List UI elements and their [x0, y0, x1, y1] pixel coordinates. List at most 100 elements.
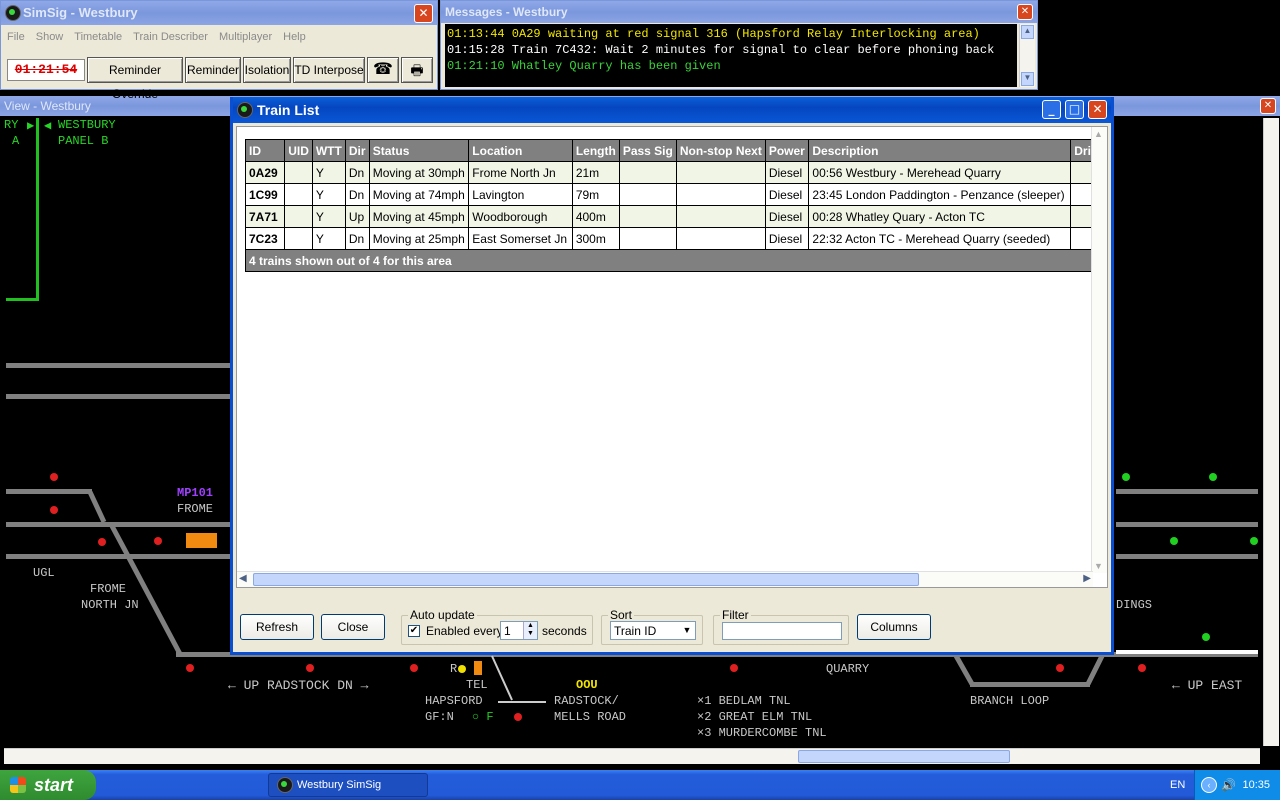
- simsig-titlebar[interactable]: SimSig - Westbury: [1, 1, 437, 25]
- refresh-button[interactable]: Refresh: [240, 614, 314, 640]
- cell-uid: [284, 183, 313, 206]
- windows-logo-icon: [10, 777, 26, 793]
- system-tray: ‹ 🔊 10:35: [1194, 770, 1280, 800]
- cell-id: 7C23: [244, 227, 286, 250]
- minimize-button[interactable]: _: [1042, 100, 1061, 119]
- train-list-horizontal-scrollbar[interactable]: ◀ ▶: [237, 571, 1093, 587]
- train-list-app-icon: [237, 102, 253, 118]
- signal-red[interactable]: [186, 664, 194, 672]
- spinner-arrows-icon[interactable]: ▲ ▼: [523, 622, 537, 639]
- signal-red[interactable]: [306, 664, 314, 672]
- signal-red[interactable]: [1138, 664, 1146, 672]
- menu-help[interactable]: Help: [277, 27, 311, 43]
- simsig-menubar: File Show Timetable Train Describer Multipla…: [1, 27, 437, 47]
- columns-button[interactable]: Columns: [857, 614, 931, 640]
- signal-red[interactable]: [1056, 664, 1064, 672]
- table-row[interactable]: 7A71 Y Up Moving at 45mph Woodborough 400m Die…: [244, 205, 1107, 228]
- train-list-grid: ID UID WTT Dir Status Location Length Pa…: [236, 126, 1108, 588]
- scroll-up-icon[interactable]: ▲: [1094, 129, 1103, 139]
- telephone-icon[interactable]: ☎: [367, 57, 399, 83]
- menu-multiplayer[interactable]: Multiplayer: [213, 27, 277, 43]
- maximize-button[interactable]: □: [1065, 100, 1084, 119]
- volume-icon[interactable]: 🔊: [1221, 770, 1236, 800]
- scroll-left-icon[interactable]: ◀: [239, 573, 247, 584]
- column-header-location[interactable]: Location: [468, 139, 573, 162]
- train-list-titlebar[interactable]: Train List: [233, 97, 1111, 123]
- cell-description: 23:45 London Paddington - Penzance (slee…: [808, 183, 1072, 206]
- horizontal-scroll-thumb[interactable]: [253, 573, 919, 586]
- simsig-close-button[interactable]: ✕: [414, 4, 433, 23]
- clock[interactable]: 10:35: [1242, 779, 1270, 791]
- messages-titlebar[interactable]: Messages - Westbury: [441, 1, 1037, 23]
- auto-update-checkbox[interactable]: ✔: [408, 625, 420, 637]
- menu-timetable[interactable]: Timetable: [68, 27, 127, 43]
- taskbar-item-simsig[interactable]: Westbury SimSig: [268, 773, 428, 797]
- signal-red[interactable]: [410, 664, 418, 672]
- interval-spinner[interactable]: 1 ▲ ▼: [500, 621, 538, 640]
- column-header-description[interactable]: Description: [808, 139, 1072, 162]
- column-header-wtt[interactable]: WTT: [311, 139, 346, 162]
- table-row[interactable]: 7C23 Y Dn Moving at 25mph East Somerset Jn 30…: [244, 227, 1107, 250]
- menu-show[interactable]: Show: [30, 27, 69, 43]
- scroll-down-icon[interactable]: ▼: [1021, 72, 1034, 86]
- train-berth-occupied[interactable]: [474, 661, 482, 675]
- column-header-id[interactable]: ID: [244, 139, 286, 162]
- scroll-up-icon[interactable]: ▲: [1021, 25, 1034, 39]
- printer-icon[interactable]: 🖶: [401, 57, 433, 83]
- train-list-close-button[interactable]: ✕: [1088, 100, 1107, 119]
- signal-red[interactable]: [98, 538, 106, 546]
- close-button[interactable]: Close: [321, 614, 385, 640]
- column-header-non-stop-next[interactable]: Non-stop Next: [675, 139, 766, 162]
- train-berth-occupied[interactable]: [186, 533, 217, 548]
- sim-clock[interactable]: 01:21:54: [7, 59, 85, 81]
- mells-road-label: MELLS ROAD: [554, 710, 627, 724]
- language-indicator[interactable]: EN: [1170, 770, 1185, 800]
- isolation-button[interactable]: Isolation: [243, 57, 291, 83]
- column-header-pass-sig[interactable]: Pass Sig: [618, 139, 677, 162]
- column-header-status[interactable]: Status: [368, 139, 470, 162]
- view-scroll-thumb[interactable]: [798, 750, 1010, 763]
- messages-scrollbar[interactable]: ▲ ▼: [1019, 24, 1035, 87]
- cell-location: Lavington: [468, 183, 573, 206]
- messages-close-button[interactable]: ✕: [1017, 4, 1033, 20]
- signal-red[interactable]: [154, 537, 162, 545]
- taskbar-app-icon: [277, 777, 293, 793]
- column-header-uid[interactable]: UID: [284, 139, 313, 162]
- signal-red[interactable]: [514, 713, 522, 721]
- reminder-button[interactable]: Reminder: [185, 57, 241, 83]
- start-button[interactable]: start: [0, 770, 96, 800]
- column-header-power[interactable]: Power: [764, 139, 810, 162]
- table-row[interactable]: 0A29 Y Dn Moving at 30mph Frome North Jn 21m D…: [244, 161, 1107, 184]
- signal-green[interactable]: [1122, 473, 1130, 481]
- signal-green[interactable]: [1250, 537, 1258, 545]
- signal-red[interactable]: [50, 506, 58, 514]
- menu-train-describer[interactable]: Train Describer: [127, 27, 213, 43]
- tray-expand-icon[interactable]: ‹: [1201, 777, 1217, 793]
- signal-green[interactable]: [1170, 537, 1178, 545]
- chevron-down-icon[interactable]: ▼: [679, 622, 695, 639]
- message-line: 01:15:28 Train 7C432: Wait 2 minutes for…: [447, 43, 995, 57]
- signal-yellow[interactable]: [458, 665, 466, 673]
- scroll-right-icon[interactable]: ▶: [1083, 573, 1091, 584]
- train-list-vertical-scrollbar[interactable]: ▲ ▼: [1091, 127, 1107, 573]
- view-horizontal-scrollbar[interactable]: [4, 748, 1260, 764]
- menu-file[interactable]: File: [1, 27, 30, 43]
- sort-select[interactable]: Train ID ▼: [610, 621, 696, 640]
- cell-wtt: Y: [311, 205, 346, 228]
- view-vertical-scrollbar[interactable]: [1263, 118, 1279, 746]
- signal-red[interactable]: [50, 473, 58, 481]
- signal-green[interactable]: [1209, 473, 1217, 481]
- cell-pass-sig: [618, 205, 677, 228]
- signal-green[interactable]: [1202, 633, 1210, 641]
- sort-value: Train ID: [614, 624, 657, 638]
- cell-dir: Dn: [344, 161, 370, 184]
- table-footer-row: 4 trains shown out of 4 for this area: [245, 249, 1107, 272]
- td-interpose-button[interactable]: TD Interpose: [293, 57, 365, 83]
- column-header-dir[interactable]: Dir: [344, 139, 370, 162]
- filter-input[interactable]: [722, 622, 842, 640]
- signal-red[interactable]: [730, 664, 738, 672]
- reminder-override-button[interactable]: Reminder Override: [87, 57, 183, 101]
- column-header-length[interactable]: Length: [571, 139, 620, 162]
- table-row[interactable]: 1C99 Y Dn Moving at 74mph Lavington 79m Diesel…: [244, 183, 1107, 206]
- scroll-down-icon[interactable]: ▼: [1094, 561, 1103, 571]
